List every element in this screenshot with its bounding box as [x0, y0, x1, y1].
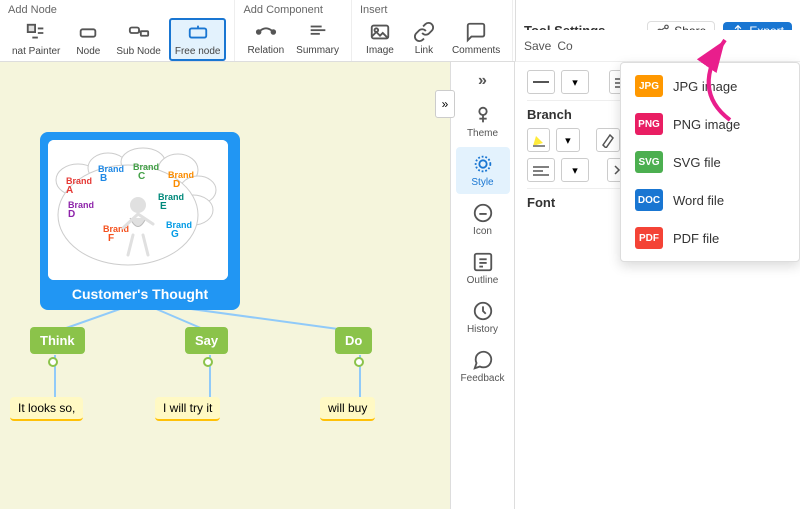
export-svg[interactable]: SVG SVG file: [621, 143, 799, 181]
freenode-button[interactable]: Free node: [169, 18, 227, 61]
looks-node[interactable]: It looks so,: [10, 397, 83, 421]
try-node[interactable]: I will try it: [155, 397, 220, 421]
svg-text:B: B: [100, 173, 107, 184]
relation-button[interactable]: Relation: [243, 19, 288, 58]
doc-icon: DOC: [635, 189, 663, 211]
format-painter-button[interactable]: nat Painter: [8, 20, 64, 59]
add-component-group: Add Component Relation Summary: [235, 0, 352, 61]
side-feedback-button[interactable]: Feedback: [456, 343, 510, 390]
svg-text:D: D: [68, 209, 75, 220]
export-pdf[interactable]: PDF PDF file: [621, 219, 799, 257]
add-component-label: Add Component: [243, 2, 323, 18]
say-connector: [203, 357, 213, 367]
side-outline-button[interactable]: Outline: [456, 245, 510, 292]
add-component-buttons: Relation Summary: [243, 18, 343, 59]
svg-text:E: E: [160, 201, 167, 212]
buy-node[interactable]: will buy: [320, 397, 375, 421]
do-node[interactable]: Do: [335, 327, 372, 354]
insert-buttons: Image Link Comments: [360, 18, 504, 59]
side-icon-button[interactable]: Icon: [456, 196, 510, 243]
stroke-color-btn[interactable]: [596, 128, 619, 152]
link-button[interactable]: Link: [404, 19, 444, 58]
insert-group: Insert Image Link Comments: [352, 0, 513, 61]
add-node-buttons: nat Painter Node Sub Node Free node: [8, 18, 226, 61]
save-button[interactable]: Save: [524, 39, 551, 53]
png-icon: PNG: [635, 113, 663, 135]
svg-text:Brand: Brand: [133, 162, 159, 172]
co-label: Co: [557, 39, 572, 53]
subnode-button[interactable]: Sub Node: [112, 20, 164, 59]
svg-text:Brand: Brand: [166, 220, 192, 230]
comments-button[interactable]: Comments: [448, 19, 504, 58]
export-word[interactable]: DOC Word file: [621, 181, 799, 219]
image-button[interactable]: Image: [360, 19, 400, 58]
fill-dropdown[interactable]: ▾: [556, 128, 579, 152]
save-row: Save Co: [515, 30, 800, 62]
svg-text:G: G: [171, 229, 179, 240]
add-node-label: Add Node: [8, 2, 57, 18]
svg-text:Brand: Brand: [168, 170, 194, 180]
list-dropdown[interactable]: ▾: [561, 158, 589, 182]
svg-icon: SVG: [635, 151, 663, 173]
line-dropdown-1[interactable]: ▾: [561, 70, 589, 94]
canvas-area[interactable]: Brand A Brand B Brand C Brand D Brand D …: [0, 62, 450, 509]
think-connector: [48, 357, 58, 367]
main-node-image: Brand A Brand B Brand C Brand D Brand D …: [48, 140, 228, 280]
export-dropdown: JPG JPG image PNG PNG image SVG SVG file…: [620, 62, 800, 262]
add-node-group: Add Node nat Painter Node Sub Node Free …: [0, 0, 235, 61]
main-node-title: Customer's Thought: [48, 286, 232, 302]
svg-text:A: A: [66, 185, 73, 196]
expand-panel-button[interactable]: »: [435, 90, 455, 118]
think-node[interactable]: Think: [30, 327, 85, 354]
pdf-icon: PDF: [635, 227, 663, 249]
svg-text:F: F: [108, 233, 114, 244]
side-expand-button[interactable]: »: [456, 66, 510, 96]
say-node[interactable]: Say: [185, 327, 228, 354]
export-jpg[interactable]: JPG JPG image: [621, 67, 799, 105]
node-button[interactable]: Node: [68, 20, 108, 59]
svg-text:D: D: [173, 179, 180, 190]
side-history-button[interactable]: History: [456, 294, 510, 341]
do-connector: [354, 357, 364, 367]
fill-color-btn[interactable]: [527, 128, 550, 152]
list-style-btn[interactable]: [527, 158, 555, 182]
main-node[interactable]: Brand A Brand B Brand C Brand D Brand D …: [40, 132, 240, 310]
summary-button[interactable]: Summary: [292, 19, 343, 58]
jpg-icon: JPG: [635, 75, 663, 97]
side-theme-button[interactable]: Theme: [456, 98, 510, 145]
svg-text:C: C: [138, 171, 145, 182]
side-panel: » Theme Style Icon Outline History Feedb…: [450, 62, 515, 509]
line-style-btn-1[interactable]: [527, 70, 555, 94]
export-png[interactable]: PNG PNG image: [621, 105, 799, 143]
insert-label: Insert: [360, 2, 388, 18]
side-style-button[interactable]: Style: [456, 147, 510, 194]
